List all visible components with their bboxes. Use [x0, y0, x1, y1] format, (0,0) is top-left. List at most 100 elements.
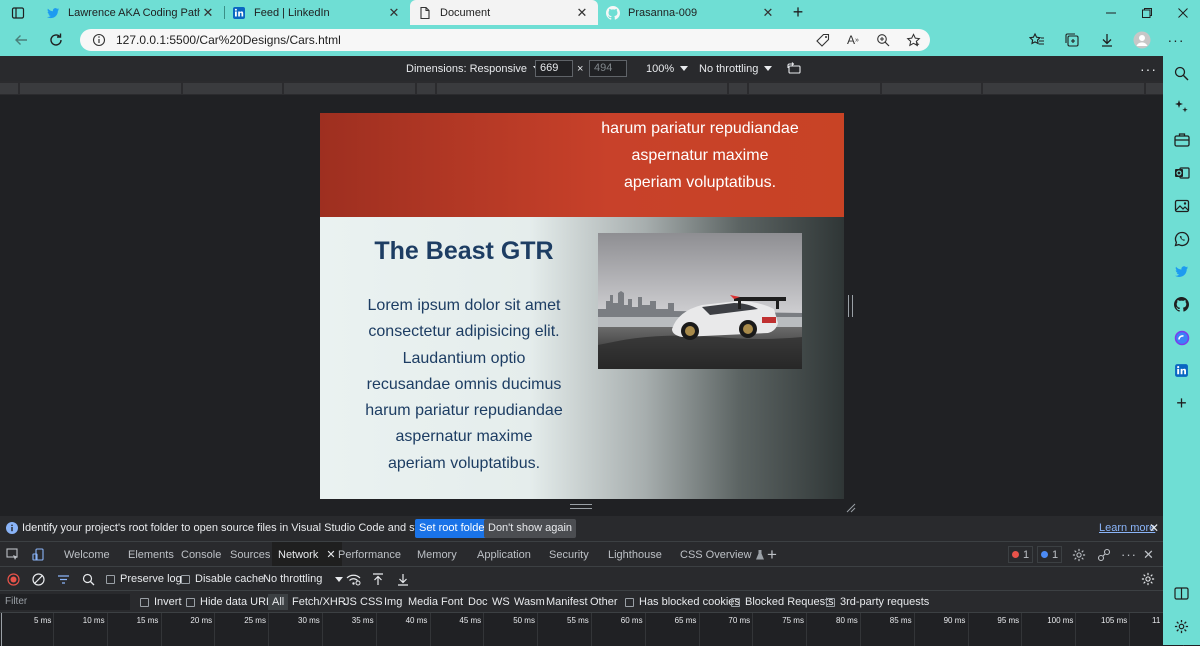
settings-more-icon[interactable]: ···: [1167, 31, 1185, 49]
info-icon[interactable]: [90, 31, 108, 49]
minimize-icon[interactable]: [1092, 0, 1130, 25]
tag-icon[interactable]: [814, 31, 832, 49]
rotate-icon[interactable]: [786, 56, 802, 81]
tab-security[interactable]: Security: [549, 542, 589, 567]
dimensions-dropdown[interactable]: Dimensions: Responsive: [406, 56, 542, 81]
ruler-segment[interactable]: [0, 83, 18, 94]
resize-corner-icon[interactable]: [846, 503, 856, 513]
devtools-more-icon[interactable]: ···: [1121, 542, 1137, 567]
avatar[interactable]: [1133, 31, 1151, 49]
filter-input[interactable]: Filter: [0, 594, 130, 610]
hide-data-urls-checkbox[interactable]: Hide data URLs: [186, 591, 278, 613]
network-throttling-dropdown[interactable]: No throttling: [263, 567, 344, 591]
close-tab-icon[interactable]: ✕: [200, 5, 216, 21]
tab-twitter[interactable]: Lawrence AKA Coding Paths (@L ✕: [38, 0, 224, 25]
refresh-icon[interactable]: [47, 31, 65, 49]
split-screen-icon[interactable]: [1172, 584, 1191, 603]
add-tab-icon[interactable]: +: [767, 542, 777, 567]
network-conditions-icon[interactable]: [346, 567, 361, 591]
back-icon[interactable]: [12, 31, 30, 49]
tab-console[interactable]: Console: [181, 542, 221, 567]
record-icon[interactable]: [7, 567, 20, 591]
filter-type-fetch-xhr[interactable]: Fetch/XHR: [292, 591, 346, 613]
inspect-icon[interactable]: [6, 542, 20, 567]
import-har-icon[interactable]: [372, 567, 384, 591]
favorite-star-icon[interactable]: [904, 31, 922, 49]
ruler-segment[interactable]: [437, 83, 727, 94]
tab-document[interactable]: Document ✕: [410, 0, 598, 25]
close-tab-icon[interactable]: ✕: [760, 5, 776, 21]
connect-icon[interactable]: [1097, 542, 1111, 567]
downloads-icon[interactable]: [1098, 31, 1116, 49]
height-input[interactable]: 494: [589, 60, 627, 77]
whatsapp-icon[interactable]: [1172, 229, 1191, 248]
filter-type-wasm[interactable]: Wasm: [514, 591, 545, 613]
devtools-settings-icon[interactable]: [1072, 542, 1086, 567]
filter-type-doc[interactable]: Doc: [468, 591, 488, 613]
checkbox[interactable]: [140, 597, 149, 607]
filter-type-all[interactable]: All: [268, 594, 289, 610]
add-icon[interactable]: +: [1172, 393, 1191, 413]
close-tab-icon[interactable]: ✕: [326, 548, 335, 561]
resize-handle-bottom[interactable]: [570, 504, 592, 509]
dont-show-again-button[interactable]: Don't show again: [484, 519, 577, 538]
filter-type-img[interactable]: Img: [384, 591, 402, 613]
tab-actions-icon[interactable]: [0, 0, 36, 25]
tab-github[interactable]: Prasanna-009 ✕: [598, 0, 784, 25]
read-aloud-icon[interactable]: A»: [844, 31, 862, 49]
zoom-dropdown[interactable]: 100%: [646, 56, 689, 81]
search-icon[interactable]: [82, 567, 95, 591]
filter-type-other[interactable]: Other: [590, 591, 618, 613]
new-tab-icon[interactable]: +: [784, 0, 812, 25]
search-icon[interactable]: [1172, 64, 1191, 83]
linkedin-icon[interactable]: [1172, 361, 1191, 380]
close-tab-icon[interactable]: ✕: [386, 5, 402, 21]
zoom-icon[interactable]: [874, 31, 892, 49]
tab-css-overview[interactable]: CSS Overview: [680, 542, 764, 567]
tab-linkedin[interactable]: Feed | LinkedIn ✕: [224, 0, 410, 25]
tab-sources[interactable]: Sources: [230, 542, 270, 567]
invert-checkbox[interactable]: Invert: [140, 591, 182, 613]
filter-type-font[interactable]: Font: [441, 591, 463, 613]
network-settings-icon[interactable]: [1141, 567, 1155, 591]
briefcase-icon[interactable]: [1172, 130, 1191, 149]
copilot-icon[interactable]: [1172, 328, 1191, 347]
filter-type-media[interactable]: Media: [408, 591, 438, 613]
github-icon[interactable]: [1172, 295, 1191, 314]
tab-elements[interactable]: Elements: [128, 542, 174, 567]
checkbox[interactable]: [186, 597, 195, 607]
checkbox[interactable]: [106, 574, 115, 584]
width-input[interactable]: 669: [535, 60, 573, 77]
checkbox[interactable]: [625, 597, 634, 607]
close-window-icon[interactable]: [1164, 0, 1200, 25]
learn-more-link[interactable]: Learn more: [1099, 516, 1155, 541]
collections-icon[interactable]: [1063, 31, 1081, 49]
url-text[interactable]: 127.0.0.1:5500/Car%20Designs/Cars.html: [116, 33, 341, 47]
checkbox[interactable]: [731, 597, 740, 607]
tab-network[interactable]: Network ✕: [272, 542, 342, 567]
export-har-icon[interactable]: [397, 567, 409, 591]
tab-performance[interactable]: Performance: [338, 542, 401, 567]
close-devtools-icon[interactable]: ✕: [1143, 542, 1154, 567]
tab-lighthouse[interactable]: Lighthouse: [608, 542, 662, 567]
ruler-segment[interactable]: [882, 83, 981, 94]
filter-type-manifest[interactable]: Manifest: [546, 591, 588, 613]
tab-application[interactable]: Application: [477, 542, 531, 567]
device-emulation-icon[interactable]: [32, 542, 46, 567]
ruler-segment[interactable]: [417, 83, 435, 94]
checkbox[interactable]: [181, 574, 190, 584]
ruler-segment[interactable]: [20, 83, 181, 94]
tab-welcome[interactable]: Welcome: [64, 542, 110, 567]
favorites-icon[interactable]: [1028, 31, 1046, 49]
ruler-segment[interactable]: [983, 83, 1144, 94]
sidebar-settings-icon[interactable]: [1172, 617, 1191, 636]
address-bar[interactable]: 127.0.0.1:5500/Car%20Designs/Cars.html A…: [80, 29, 930, 51]
ruler-segment[interactable]: [183, 83, 282, 94]
resize-handle-right[interactable]: [848, 295, 853, 317]
restore-icon[interactable]: [1128, 0, 1166, 25]
set-root-folder-button[interactable]: Set root folder: [415, 519, 493, 538]
ruler-segment[interactable]: [1146, 83, 1163, 94]
filter-icon[interactable]: [57, 567, 70, 591]
filter-type-js[interactable]: JS: [344, 591, 357, 613]
close-tab-icon[interactable]: ✕: [574, 5, 590, 21]
